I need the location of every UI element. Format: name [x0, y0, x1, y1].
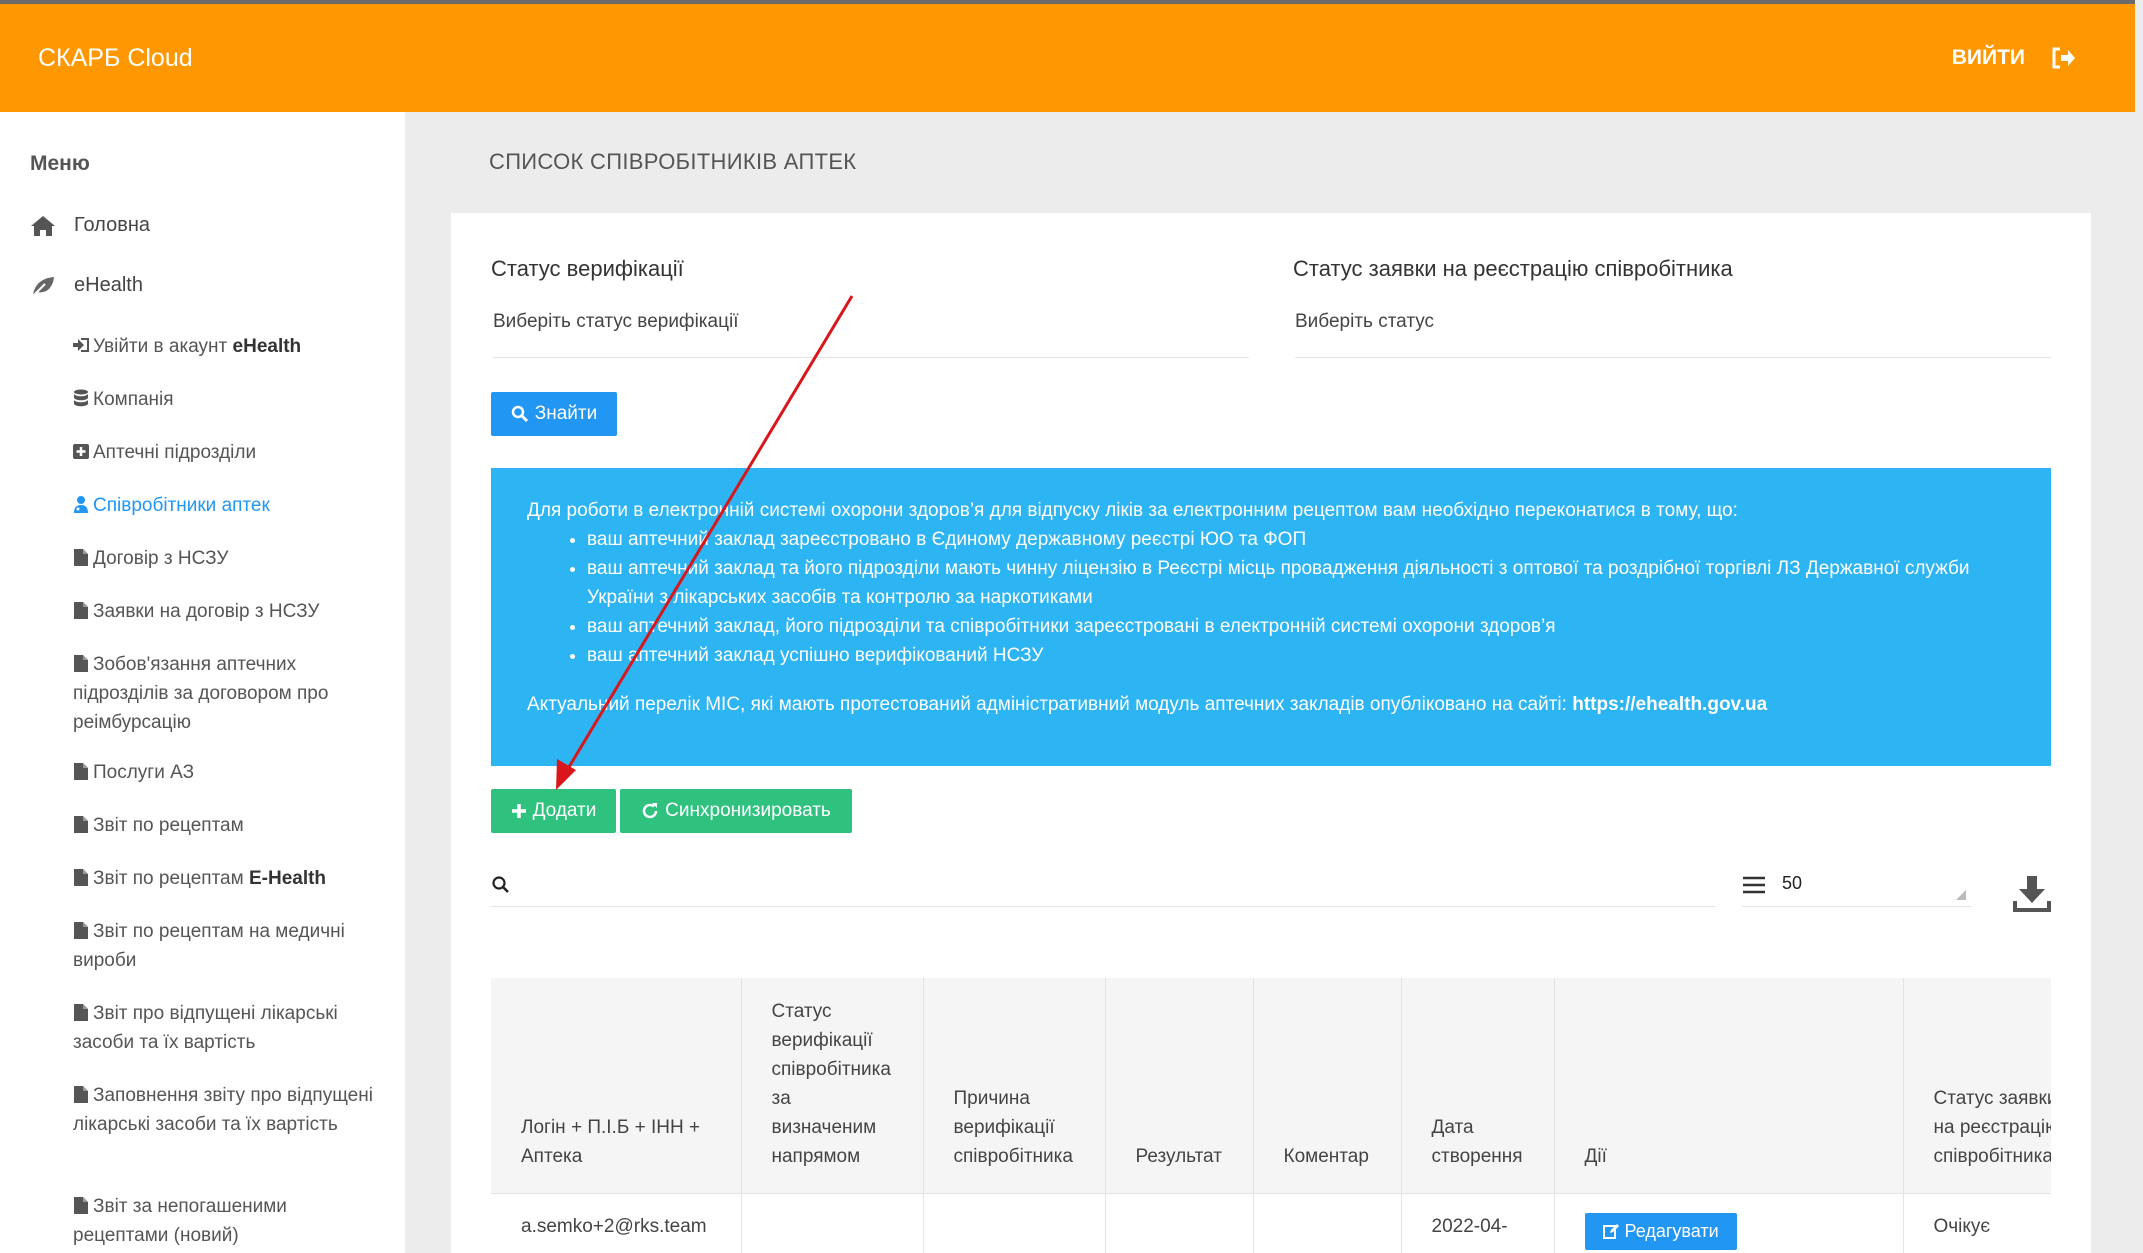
- sidebar-item-obligations[interactable]: Зобов'язання аптечних підрозділів за дог…: [73, 650, 373, 737]
- nav-ehealth-label: eHealth: [74, 274, 143, 296]
- info-bullet: ваш аптечний заклад успішно верифіковани…: [587, 641, 2015, 670]
- info-bullet: ваш аптечний заклад, його підрозділи та …: [587, 612, 2015, 641]
- column-header[interactable]: Статус верифікації співробітника за визн…: [741, 978, 924, 1193]
- add-button[interactable]: Додати: [491, 789, 616, 833]
- info-bullet: ваш аптечний заклад та його підрозділи м…: [587, 554, 2015, 612]
- column-header[interactable]: Коментар: [1253, 978, 1402, 1193]
- brand-title[interactable]: СКАРБ Cloud: [38, 44, 193, 73]
- sidebar-item-unredeemed-report[interactable]: Звіт за непогашеними рецептами (новий): [73, 1192, 373, 1250]
- file-icon: [73, 546, 89, 566]
- sync-button-label: Синхронизировать: [665, 800, 831, 821]
- table-header-row: Логін + П.І.Б + ІНН + Аптека Статус вери…: [491, 978, 2051, 1193]
- sidebar-item-ehealth-login[interactable]: Увійти в акаунт eHealth: [73, 332, 373, 361]
- page-size-select[interactable]: 50: [1742, 863, 1972, 907]
- info-alert: Для роботи в електронній системі охорони…: [491, 468, 2051, 766]
- add-button-label: Додати: [532, 800, 597, 821]
- sidebar-item-dispensed-report[interactable]: Звіт про відпущені лікарські засоби та ї…: [73, 999, 373, 1057]
- cell-actions: Редагувати: [1554, 1192, 1904, 1253]
- leaf-icon: [32, 276, 54, 297]
- file-icon: [73, 919, 89, 939]
- sidebar-item-medical-devices-report[interactable]: Звіт по рецептам на медичні вироби: [73, 917, 373, 975]
- plus-square-icon: [73, 440, 89, 459]
- search-icon: [511, 405, 528, 423]
- sidebar-item-nszu-contract[interactable]: Договір з НСЗУ: [73, 544, 373, 573]
- sidebar-item-pharmacy-units[interactable]: Аптечні підрозділи: [73, 438, 373, 467]
- sign-out-icon: [2052, 47, 2075, 69]
- plus-icon: [511, 804, 526, 818]
- cell-empty: [1105, 1192, 1254, 1253]
- staff-table: Логін + П.І.Б + ІНН + Аптека Статус вери…: [491, 978, 2051, 1253]
- edit-button[interactable]: Редагувати: [1584, 1212, 1737, 1250]
- info-list: ваш аптечний заклад зареєстровано в Єдин…: [587, 525, 2015, 670]
- file-icon: [73, 813, 89, 833]
- file-icon: [73, 1083, 89, 1103]
- nav-home-label: Головна: [74, 214, 150, 236]
- info-bullet: ваш аптечний заклад зареєстровано в Єдин…: [587, 525, 2015, 554]
- sidebar-item-company[interactable]: Компанія: [73, 385, 373, 414]
- sidebar-item-contract-requests[interactable]: Заявки на договір з НСЗУ: [73, 597, 373, 626]
- file-icon: [73, 599, 89, 619]
- home-icon: [31, 215, 55, 236]
- column-header[interactable]: Результат: [1105, 978, 1254, 1193]
- find-button[interactable]: Знайти: [491, 392, 617, 436]
- find-button-label: Знайти: [534, 403, 598, 424]
- column-header[interactable]: Логін + П.І.Б + ІНН + Аптека: [491, 978, 742, 1193]
- request-status-select[interactable]: Виберіть статус: [1295, 311, 2051, 358]
- edit-icon: [1602, 1224, 1619, 1239]
- verification-status-select[interactable]: Виберіть статус верифікації: [493, 311, 1249, 358]
- file-icon: [73, 1194, 89, 1214]
- column-header[interactable]: Статус заявки на реєстрацію співробітник…: [1903, 978, 2051, 1193]
- sidebar-item-prescription-report[interactable]: Звіт по рецептам: [73, 811, 373, 840]
- search-icon: [492, 876, 509, 893]
- sidebar-item-pharmacy-staff[interactable]: Співробітники аптек: [73, 491, 373, 520]
- column-header[interactable]: Причина верифікації співробітника: [923, 978, 1106, 1193]
- info-footer-text: Актуальний перелік МІС, які мають протес…: [527, 694, 1573, 715]
- cell-empty: [923, 1192, 1106, 1253]
- file-icon: [73, 760, 89, 780]
- ehealth-link[interactable]: https://ehealth.gov.ua: [1572, 694, 1767, 715]
- info-intro: Для роботи в електронній системі охорони…: [527, 500, 1738, 521]
- download-icon[interactable]: [2012, 875, 2052, 913]
- column-header[interactable]: Дії: [1554, 978, 1904, 1193]
- file-icon: [73, 652, 89, 672]
- column-header[interactable]: Дата створення: [1401, 978, 1555, 1193]
- page-size-value: 50: [1782, 873, 1803, 893]
- logout-button[interactable]: ВИЙТИ: [1952, 46, 2075, 70]
- table-row: a.semko+2@rks.team 2022-04- Редагувати О…: [491, 1192, 2051, 1253]
- sidebar-item-fill-dispensed-report[interactable]: Заповнення звіту про відпущені лікарські…: [73, 1081, 373, 1139]
- file-icon: [73, 866, 89, 886]
- cell-empty: [741, 1192, 924, 1253]
- main-card: Статус верифікації Виберіть статус вериф…: [451, 213, 2091, 1253]
- sign-in-icon: [73, 334, 89, 352]
- menu-title: Меню: [30, 152, 90, 175]
- table-search-input[interactable]: [491, 863, 1716, 907]
- nav-home[interactable]: Головна: [30, 214, 150, 237]
- file-icon: [73, 1001, 89, 1021]
- cell-date: 2022-04-: [1401, 1192, 1555, 1253]
- request-status-label: Статус заявки на реєстрацію співробітник…: [1293, 256, 1733, 281]
- nav-ehealth[interactable]: eHealth: [30, 274, 143, 297]
- top-bar: СКАРБ Cloud ВИЙТИ: [0, 0, 2135, 112]
- refresh-icon: [642, 803, 658, 819]
- resize-handle-icon: [1956, 890, 1966, 900]
- page-title: СПИСОК СПІВРОБІТНИКІВ АПТЕК: [489, 149, 857, 174]
- cell-empty: [1253, 1192, 1402, 1253]
- user-md-icon: [73, 493, 89, 513]
- sidebar-item-ehealth-report[interactable]: Звіт по рецептам E-Health: [73, 864, 373, 893]
- sidebar: Меню Головна eHealth Увійти в акаунт eHe…: [0, 112, 405, 1253]
- database-icon: [73, 387, 89, 407]
- logout-label: ВИЙТИ: [1951, 46, 2025, 69]
- list-icon: [1743, 876, 1765, 894]
- info-footer: Актуальний перелік МІС, які мають протес…: [527, 690, 2015, 719]
- sidebar-item-services[interactable]: Послуги АЗ: [73, 758, 373, 787]
- cell-login: a.semko+2@rks.team: [491, 1192, 742, 1253]
- cell-status: Очікує: [1903, 1192, 2051, 1253]
- edit-button-label: Редагувати: [1624, 1220, 1719, 1241]
- verification-status-label: Статус верифікації: [491, 256, 684, 281]
- sync-button[interactable]: Синхронизировать: [620, 789, 852, 833]
